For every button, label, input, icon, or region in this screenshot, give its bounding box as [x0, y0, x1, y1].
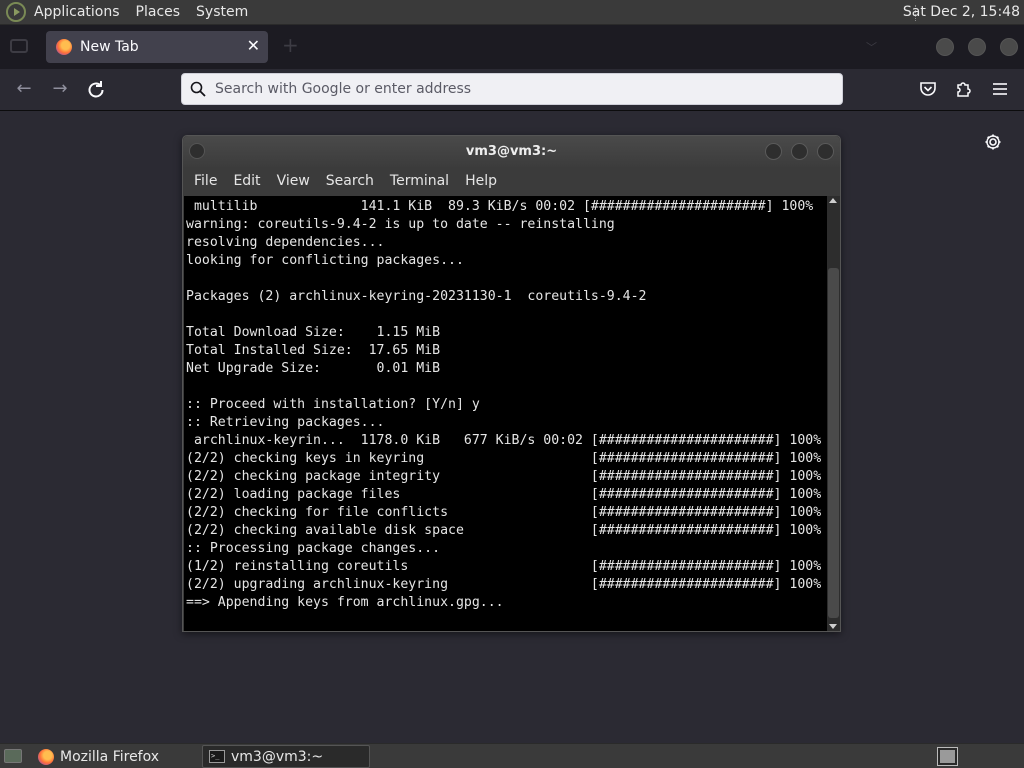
terminal-minimize-button[interactable] — [765, 143, 782, 160]
terminal-close-button[interactable] — [817, 143, 834, 160]
terminal-line: (2/2) checking available disk space [###… — [186, 523, 822, 538]
terminal-line: Total Download Size: 1.15 MiB — [186, 325, 441, 340]
taskbar-item-firefox[interactable]: Mozilla Firefox — [32, 745, 198, 768]
taskbar-item-label: Mozilla Firefox — [60, 748, 160, 765]
terminal-line: warning: coreutils-9.4-2 is up to date -… — [186, 217, 615, 232]
menu-help[interactable]: Help — [457, 167, 505, 195]
terminal-line: Packages (2) archlinux-keyring-20231130-… — [186, 289, 647, 304]
distro-logo-icon[interactable] — [6, 2, 26, 22]
terminal-line: looking for conflicting packages... — [186, 253, 464, 268]
terminal-menu-bar: File Edit View Search Terminal Help — [183, 167, 840, 195]
firefox-icon — [56, 39, 72, 55]
terminal-line: :: Proceed with installation? [Y/n] y — [186, 397, 480, 412]
browser-tab-strip: New Tab ✕ + ﹀ — [0, 25, 1024, 69]
scroll-down-arrow-icon[interactable] — [829, 624, 837, 629]
search-icon — [190, 81, 206, 97]
scroll-up-arrow-icon[interactable] — [829, 198, 837, 203]
list-all-tabs-chevron-icon[interactable]: ﹀ — [866, 39, 877, 55]
terminal-line: (2/2) loading package files [###########… — [186, 487, 822, 502]
terminal-window[interactable]: vm3@vm3:~ File Edit View Search Terminal… — [182, 135, 841, 632]
close-window-button[interactable] — [1000, 38, 1018, 56]
applications-menu[interactable]: Applications — [26, 0, 128, 25]
hamburger-menu-icon[interactable] — [990, 79, 1010, 99]
terminal-line: archlinux-keyrin... 1178.0 KiB 677 KiB/s… — [186, 433, 822, 448]
terminal-line: (1/2) reinstalling coreutils [##########… — [186, 559, 822, 574]
top-panel: Applications Places System Sat Dec 2, 15… — [0, 0, 1024, 25]
back-arrow-icon[interactable]: ← — [12, 77, 36, 101]
minimize-window-button[interactable] — [936, 38, 954, 56]
new-tab-plus-icon[interactable]: + — [282, 33, 299, 57]
taskbar-item-terminal[interactable]: >_ vm3@vm3:~ — [202, 745, 370, 768]
terminal-line: (2/2) checking keys in keyring [########… — [186, 451, 822, 466]
maximize-window-button[interactable] — [968, 38, 986, 56]
menu-file[interactable]: File — [186, 167, 225, 195]
terminal-line: multilib 141.1 KiB 89.3 KiB/s 00:02 [###… — [186, 199, 814, 214]
reload-icon[interactable] — [84, 78, 108, 102]
clock[interactable]: Sat Dec 2, 15:48 — [903, 0, 1020, 25]
browser-nav-bar: ← → — [0, 69, 1024, 111]
menu-search[interactable]: Search — [318, 167, 382, 195]
workspace-switcher[interactable] — [937, 747, 958, 766]
terminal-line: resolving dependencies... — [186, 235, 385, 250]
pocket-icon[interactable] — [918, 79, 938, 99]
places-menu[interactable]: Places — [128, 0, 189, 25]
terminal-line: :: Processing package changes... — [186, 541, 441, 556]
firefox-view-icon[interactable] — [10, 39, 28, 53]
extensions-puzzle-icon[interactable] — [954, 79, 974, 99]
terminal-line: (2/2) upgrading archlinux-keyring [#####… — [186, 577, 822, 592]
terminal-line: (2/2) checking for file conflicts [#####… — [186, 505, 822, 520]
terminal-line: :: Retrieving packages... — [186, 415, 385, 430]
taskbar-item-label: vm3@vm3:~ — [231, 748, 324, 765]
menu-edit[interactable]: Edit — [225, 167, 268, 195]
menu-terminal[interactable]: Terminal — [382, 167, 457, 195]
bottom-taskbar: Mozilla Firefox >_ vm3@vm3:~ — [0, 743, 1024, 768]
tab-label: New Tab — [80, 39, 139, 55]
firefox-icon — [38, 748, 54, 765]
terminal-line: (2/2) checking package integrity [######… — [186, 469, 822, 484]
show-desktop-icon[interactable] — [4, 749, 22, 763]
terminal-scrollbar[interactable] — [827, 196, 840, 631]
workspace-1[interactable] — [940, 750, 955, 763]
tab-close-icon[interactable]: ✕ — [247, 36, 260, 55]
system-menu[interactable]: System — [188, 0, 256, 25]
terminal-line: ==> Appending keys from archlinux.gpg... — [186, 595, 504, 610]
forward-arrow-icon[interactable]: → — [48, 77, 72, 101]
terminal-maximize-button[interactable] — [791, 143, 808, 160]
terminal-title-bar[interactable]: vm3@vm3:~ — [183, 136, 840, 167]
tab-new-tab[interactable]: New Tab ✕ — [46, 31, 268, 63]
terminal-line: Net Upgrade Size: 0.01 MiB — [186, 361, 441, 376]
gear-icon[interactable] — [983, 132, 1003, 152]
terminal-title: vm3@vm3:~ — [465, 144, 558, 159]
terminal-output[interactable]: multilib 141.1 KiB 89.3 KiB/s 00:02 [###… — [184, 196, 827, 631]
scrollbar-thumb[interactable] — [828, 268, 839, 618]
terminal-line: Total Installed Size: 17.65 MiB — [186, 343, 441, 358]
url-bar[interactable] — [181, 73, 843, 105]
terminal-icon: >_ — [209, 750, 225, 763]
address-input[interactable] — [215, 81, 815, 97]
menu-view[interactable]: View — [269, 167, 318, 195]
